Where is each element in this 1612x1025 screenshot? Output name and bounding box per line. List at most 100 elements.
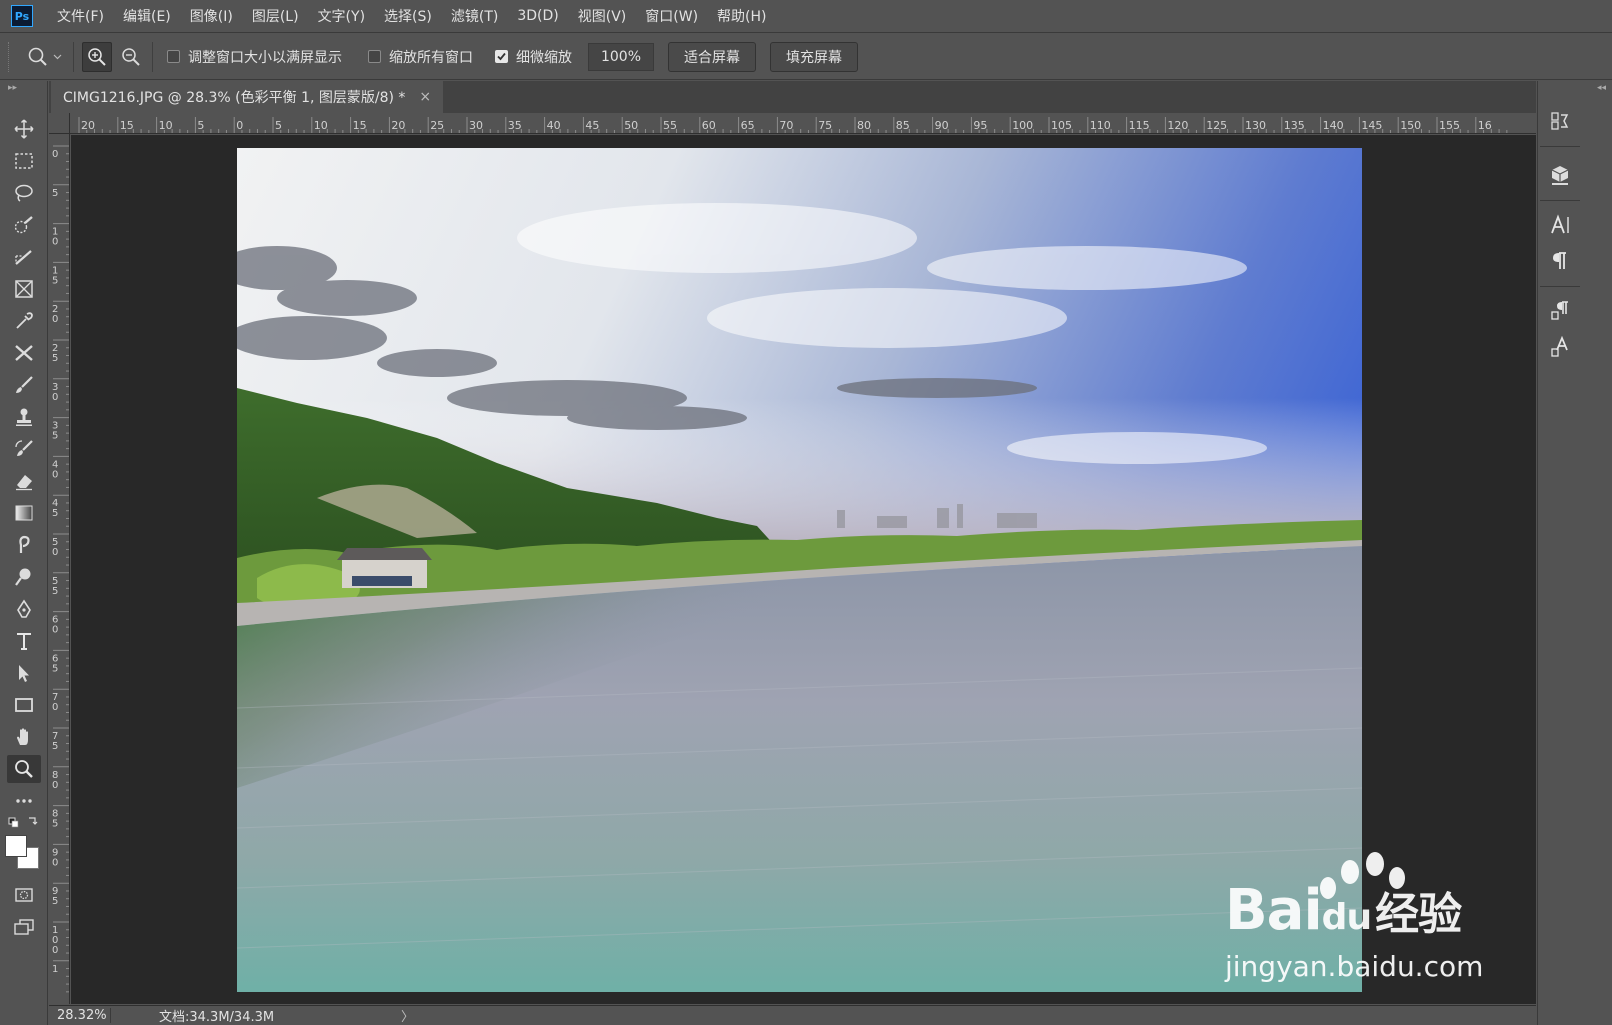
eyedropper-tool[interactable] <box>7 307 41 335</box>
ruler-label: 0 <box>52 780 58 791</box>
menu-layer[interactable]: 图层(L) <box>252 6 299 26</box>
menu-view[interactable]: 视图(V) <box>578 6 627 26</box>
screen-mode-button[interactable] <box>7 913 41 941</box>
paragraph-styles-button[interactable] <box>1546 297 1574 325</box>
menu-type[interactable]: 文字(Y) <box>318 6 365 26</box>
character-styles-button[interactable] <box>1546 333 1574 361</box>
rectangle-tool[interactable] <box>7 691 41 719</box>
frame-tool[interactable] <box>7 275 41 303</box>
close-tab-icon[interactable]: × <box>419 89 431 105</box>
3d-panel-button[interactable] <box>1546 161 1574 189</box>
zoom-all-windows-checkbox[interactable] <box>368 50 381 63</box>
ruler-label: 30 <box>469 119 483 132</box>
watermark-url: jingyan.baidu.com <box>1225 950 1484 983</box>
ruler-label: 5 <box>275 119 282 132</box>
ruler-label: 45 <box>585 119 599 132</box>
menu-help[interactable]: 帮助(H) <box>717 6 766 26</box>
quick-mask-button[interactable] <box>7 881 41 909</box>
ruler-label: 5 <box>52 586 58 597</box>
zoom-in-button[interactable] <box>82 41 112 72</box>
ruler-label: 75 <box>818 119 832 132</box>
fit-screen-button[interactable]: 适合屏幕 <box>668 41 756 72</box>
ruler-label: 0 <box>52 392 58 403</box>
scrubby-zoom-checkbox[interactable] <box>495 50 508 63</box>
dodge-tool[interactable] <box>7 563 41 591</box>
smudge-tool[interactable] <box>7 531 41 559</box>
healing-brush-tool[interactable] <box>7 339 41 367</box>
object-selection-tool[interactable] <box>7 243 41 271</box>
options-bar-grip[interactable] <box>8 41 11 72</box>
zoom-percent-field[interactable]: 100% <box>588 42 654 71</box>
type-tool[interactable] <box>7 627 41 655</box>
zoom-tool[interactable] <box>7 755 41 783</box>
ruler-label: 5 <box>52 275 58 286</box>
ruler-label: 85 <box>896 119 910 132</box>
ruler-label: 5 <box>197 119 204 132</box>
zoom-out-button[interactable] <box>118 44 144 70</box>
ruler-label: 5 <box>52 188 58 199</box>
zoom-level-readout[interactable]: 28.32% <box>49 1008 111 1023</box>
menu-filter[interactable]: 滤镜(T) <box>451 6 498 26</box>
document-tab-title: CIMG1216.JPG @ 28.3% (色彩平衡 1, 图层蒙版/8) * <box>63 90 406 106</box>
watermark-brand-bai: Bai <box>1225 878 1323 943</box>
ruler-label: 155 <box>1439 119 1460 132</box>
gradient-tool[interactable] <box>7 499 41 527</box>
options-separator <box>73 41 74 72</box>
resize-windows-option[interactable]: 调整窗口大小以满屏显示 <box>167 47 342 67</box>
document-tab[interactable]: CIMG1216.JPG @ 28.3% (色彩平衡 1, 图层蒙版/8) * … <box>51 81 443 113</box>
panel-group-styles <box>1540 291 1580 371</box>
zoom-preset-icon <box>28 47 62 66</box>
panel-group-history <box>1540 95 1580 147</box>
resize-windows-checkbox[interactable] <box>167 50 180 63</box>
menu-file[interactable]: 文件(F) <box>57 6 104 26</box>
hand-icon <box>17 728 28 745</box>
rectangle-icon <box>15 698 33 712</box>
marquee-tool[interactable] <box>7 147 41 175</box>
ruler-label: 125 <box>1206 119 1227 132</box>
brush-tool[interactable] <box>7 371 41 399</box>
type-icon <box>17 633 31 650</box>
menu-3d[interactable]: 3D(D) <box>517 8 558 24</box>
ruler-label: 120 <box>1167 119 1188 132</box>
path-selection-icon <box>19 665 29 682</box>
history-panel-button[interactable] <box>1546 107 1574 135</box>
character-panel-button[interactable] <box>1546 211 1574 239</box>
foreground-color-swatch[interactable] <box>5 835 27 857</box>
color-swatches <box>5 835 41 871</box>
paragraph-panel-button[interactable] <box>1546 247 1574 275</box>
pen-tool[interactable] <box>7 595 41 623</box>
move-tool[interactable] <box>7 115 41 143</box>
hand-tool[interactable] <box>7 723 41 751</box>
clone-stamp-tool[interactable] <box>7 403 41 431</box>
watermark-cn: 经验 <box>1375 889 1462 940</box>
fill-screen-button[interactable]: 填充屏幕 <box>770 41 858 72</box>
rectangular-marquee-icon <box>15 153 33 169</box>
ruler-label: 95 <box>973 119 987 132</box>
scrubby-zoom-option[interactable]: 细微缩放 <box>495 47 572 67</box>
menu-select[interactable]: 选择(S) <box>384 6 432 26</box>
right-panel-dock: ◂◂ <box>1537 81 1612 1025</box>
quick-selection-tool[interactable] <box>7 211 41 239</box>
status-menu-arrow[interactable]: 〉 <box>401 1006 414 1025</box>
lasso-tool[interactable] <box>7 179 41 207</box>
menu-edit[interactable]: 编辑(E) <box>123 6 171 26</box>
menu-window[interactable]: 窗口(W) <box>645 6 698 26</box>
path-selection-tool[interactable] <box>7 659 41 687</box>
ruler-label: 10 <box>314 119 328 132</box>
collapse-toolbar-icon[interactable]: ▸▸ <box>8 83 17 93</box>
ruler-origin[interactable] <box>49 113 70 134</box>
tool-preset-picker[interactable] <box>25 44 65 70</box>
vertical-ruler[interactable]: 0510152025303540455055606570758085909510… <box>49 134 70 1004</box>
menu-image[interactable]: 图像(I) <box>190 6 233 26</box>
history-brush-tool[interactable] <box>7 435 41 463</box>
default-colors-button[interactable] <box>7 813 41 833</box>
zoom-all-windows-option[interactable]: 缩放所有窗口 <box>368 47 473 67</box>
horizontal-ruler[interactable]: 20 15 10 5 0 5 10 15 20 25 30 35 40 45 50 55 60 65 70 75 80 8… <box>49 113 1536 134</box>
ruler-label: 130 <box>1245 119 1266 132</box>
zoom-out-icon <box>122 47 140 66</box>
eraser-tool[interactable] <box>7 467 41 495</box>
edit-toolbar-button[interactable] <box>7 787 41 815</box>
collapse-panels-icon[interactable]: ◂◂ <box>1597 83 1606 93</box>
ruler-label: 105 <box>1051 119 1072 132</box>
document-image[interactable] <box>237 148 1362 992</box>
